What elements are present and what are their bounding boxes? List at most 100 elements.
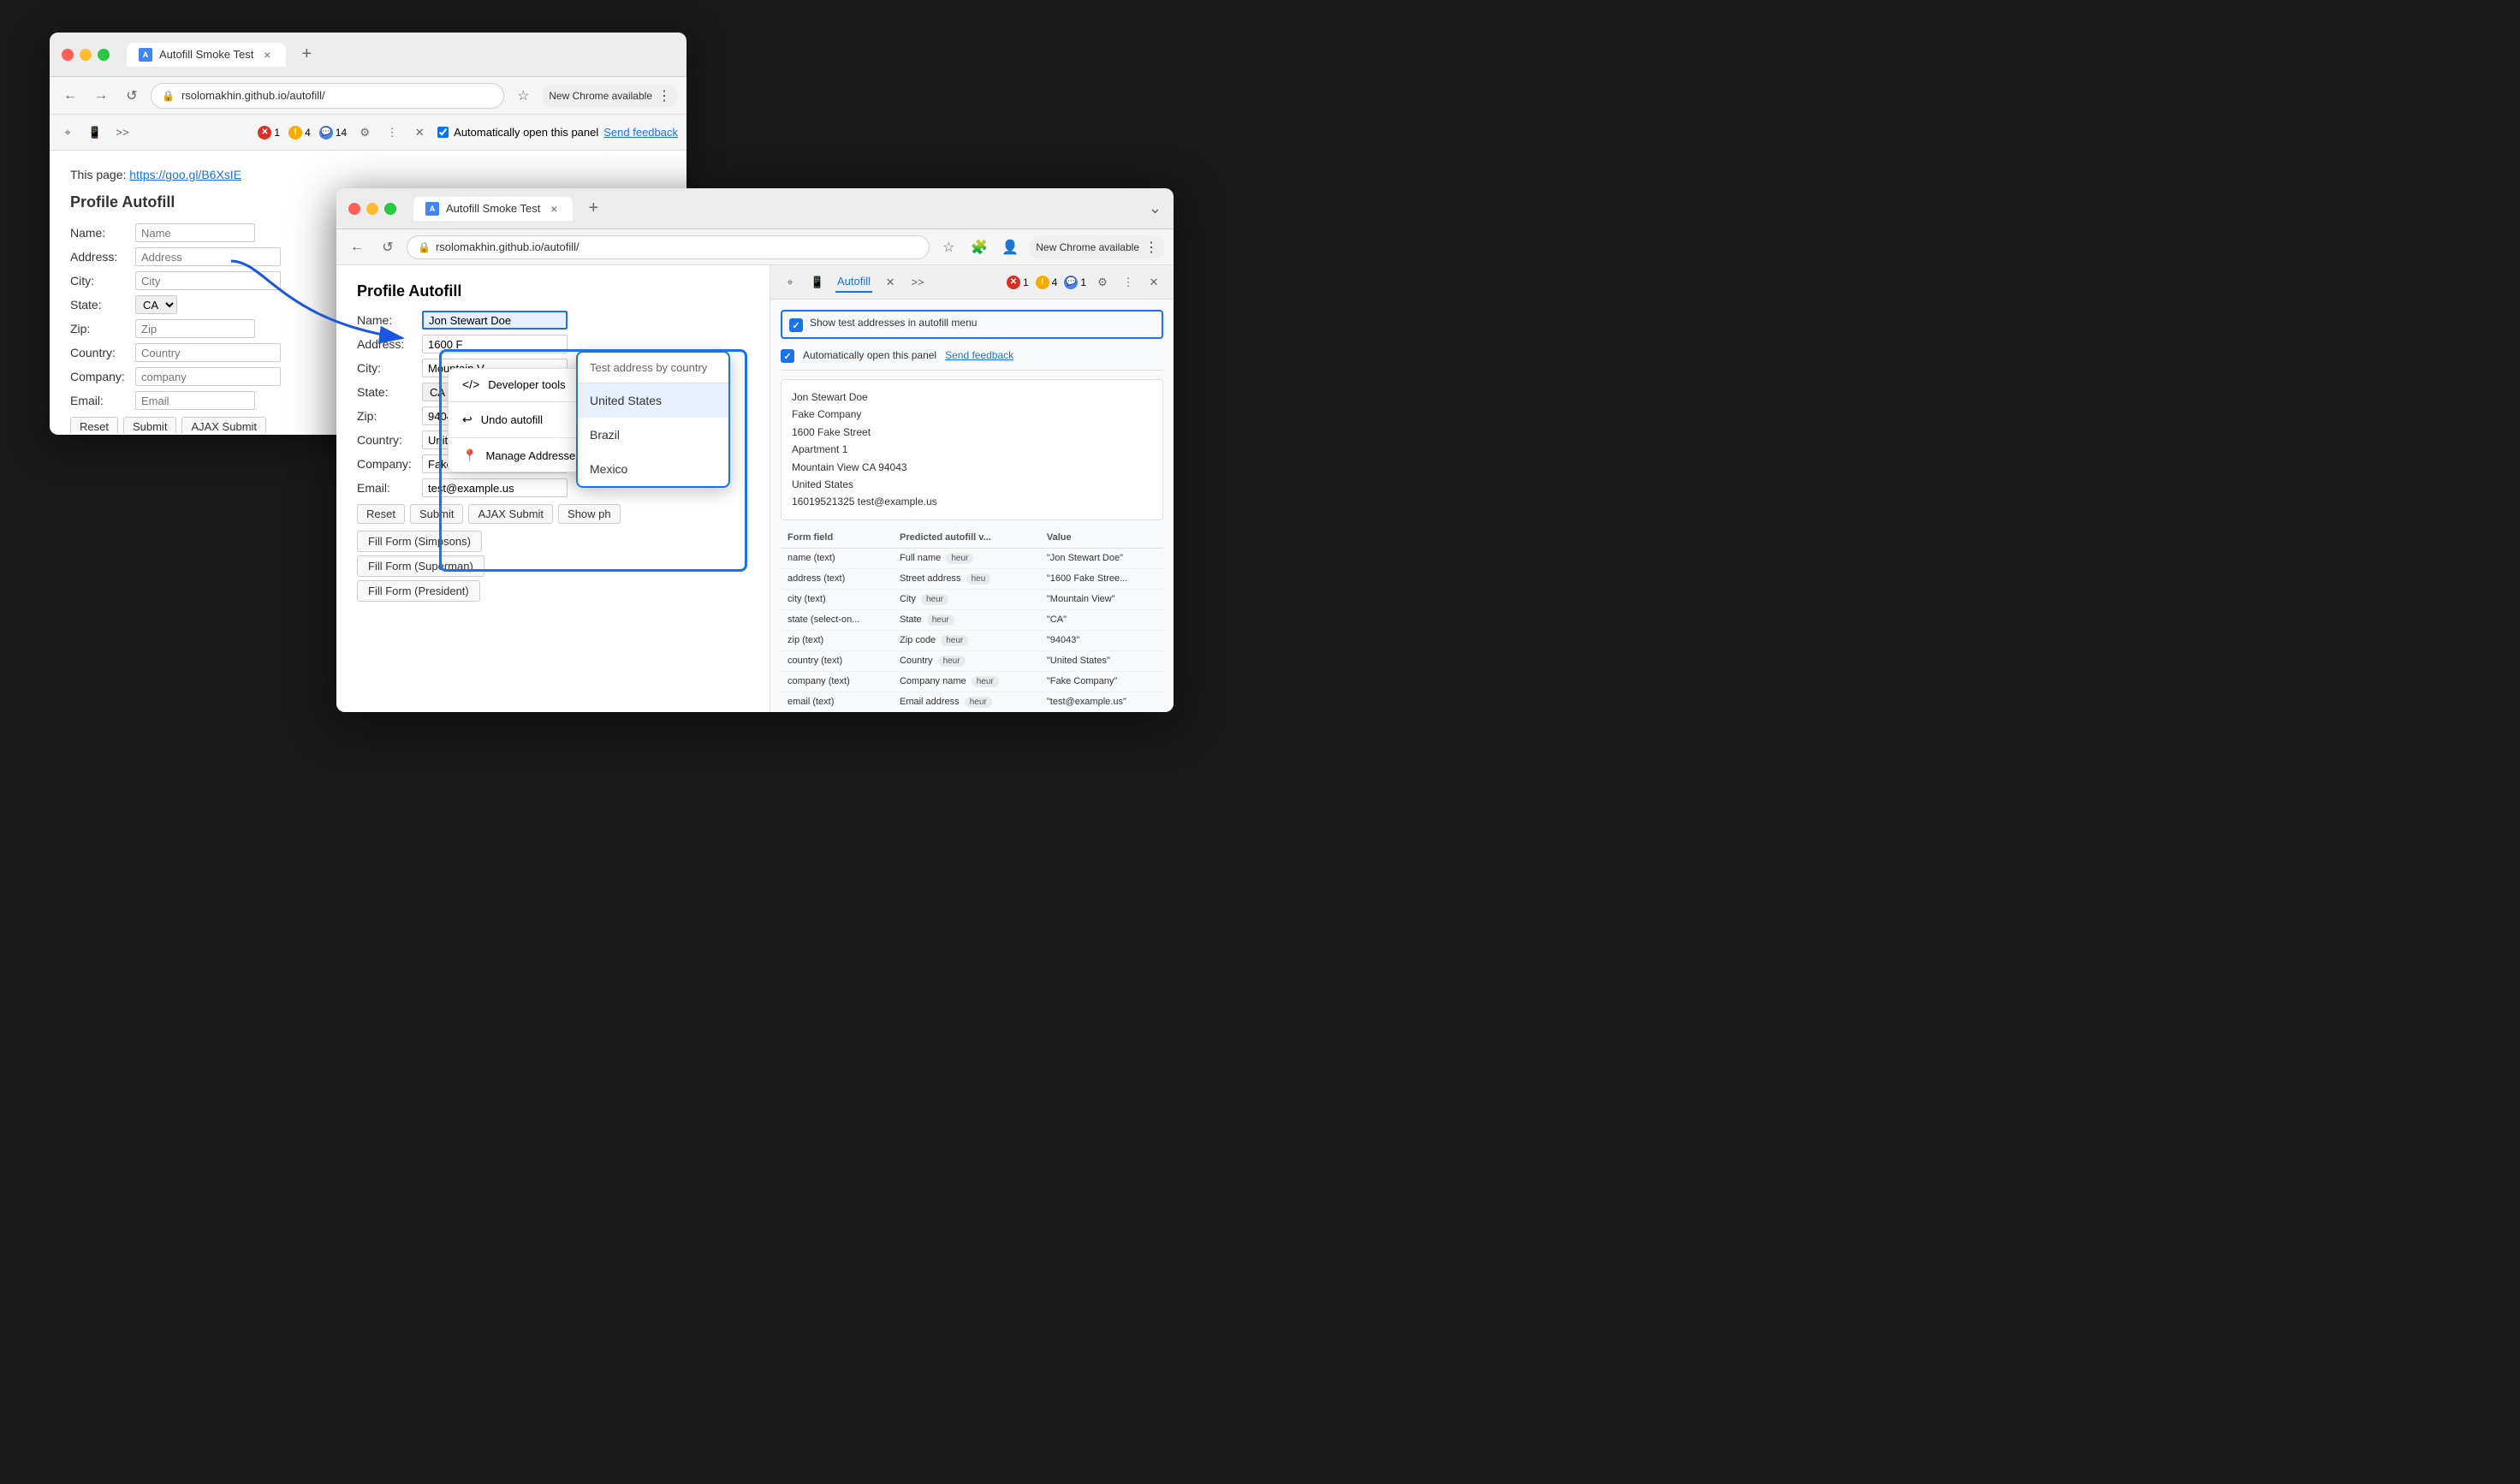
name-input-1[interactable] bbox=[135, 223, 255, 242]
more-tabs-icon[interactable]: >> bbox=[908, 273, 927, 292]
send-feedback-link-2[interactable]: Send feedback bbox=[945, 349, 1013, 361]
col-predicted: Predicted autofill v... bbox=[893, 527, 1040, 549]
show-phone-button-2[interactable]: Show ph bbox=[558, 504, 621, 524]
address-input-1[interactable] bbox=[135, 247, 281, 266]
settings-icon-2[interactable]: ⚙ bbox=[1093, 273, 1112, 292]
table-header-row: Form field Predicted autofill v... Value bbox=[781, 527, 1163, 549]
country-option-brazil[interactable]: Brazil bbox=[578, 418, 728, 452]
ajax-submit-button-2[interactable]: AJAX Submit bbox=[468, 504, 553, 524]
card-name: Jon Stewart Doe bbox=[792, 389, 1152, 406]
send-feedback-link-1[interactable]: Send feedback bbox=[603, 126, 678, 139]
minimize-button[interactable] bbox=[80, 49, 92, 61]
company-input-1[interactable] bbox=[135, 367, 281, 386]
country-option-us[interactable]: United States bbox=[578, 383, 728, 418]
refresh-button-1[interactable]: ↺ bbox=[120, 84, 144, 108]
state-select-1[interactable]: CA bbox=[135, 295, 177, 314]
warn-dot-2: ! bbox=[1036, 276, 1049, 289]
auto-open-checkbox-1[interactable] bbox=[437, 127, 449, 138]
address-input-2[interactable] bbox=[422, 335, 568, 353]
table-row: name (text) Full name heur "Jon Stewart … bbox=[781, 548, 1163, 568]
bookmark-button-1[interactable]: ☆ bbox=[511, 84, 535, 108]
ajax-submit-button-1[interactable]: AJAX Submit bbox=[181, 417, 266, 433]
undo-autofill-label: Undo autofill bbox=[481, 413, 543, 426]
address-bar-1[interactable]: 🔒 rsolomakhin.github.io/autofill/ bbox=[151, 83, 504, 109]
card-apt: Apartment 1 bbox=[792, 441, 1152, 458]
submit-button-2[interactable]: Submit bbox=[410, 504, 463, 524]
settings-icon-1[interactable]: ⚙ bbox=[355, 123, 374, 142]
city-input-1[interactable] bbox=[135, 271, 281, 290]
browser-tab-2[interactable]: A Autofill Smoke Test × bbox=[413, 197, 573, 221]
address-card: Jon Stewart Doe Fake Company 1600 Fake S… bbox=[781, 379, 1163, 520]
tab-favicon-2: A bbox=[425, 202, 439, 216]
new-tab-button-2[interactable]: + bbox=[581, 197, 605, 221]
field-cell: country (text) bbox=[781, 650, 893, 671]
country-input-1[interactable] bbox=[135, 343, 281, 362]
action-buttons-2: Reset Submit AJAX Submit Show ph bbox=[357, 504, 749, 524]
devtools-more-icon[interactable]: >> bbox=[113, 123, 132, 142]
address-bar-2[interactable]: 🔒 rsolomakhin.github.io/autofill/ bbox=[407, 235, 930, 259]
table-row: company (text) Company name heur "Fake C… bbox=[781, 671, 1163, 692]
table-row: city (text) City heur "Mountain View" bbox=[781, 589, 1163, 609]
show-test-addresses-checkbox-container: Show test addresses in autofill menu bbox=[781, 310, 1163, 339]
forward-button-1[interactable]: → bbox=[89, 84, 113, 108]
reset-button-1[interactable]: Reset bbox=[70, 417, 118, 433]
auto-open-checkbox-2[interactable] bbox=[781, 349, 794, 363]
reset-button-2[interactable]: Reset bbox=[357, 504, 405, 524]
url-text-1: rsolomakhin.github.io/autofill/ bbox=[181, 89, 325, 102]
msg-dot-1: 💬 bbox=[319, 126, 333, 139]
profile-button-2[interactable]: 👤 bbox=[998, 235, 1022, 259]
developer-tools-icon: </> bbox=[462, 377, 479, 391]
back-button-1[interactable]: ← bbox=[58, 84, 82, 108]
email-input-2[interactable] bbox=[422, 478, 568, 497]
devtools-device-icon[interactable]: 📱 bbox=[86, 123, 104, 142]
zip-input-1[interactable] bbox=[135, 319, 255, 338]
tab-close-2[interactable]: × bbox=[547, 202, 561, 216]
name-input-2[interactable] bbox=[422, 311, 568, 329]
browser-tab-1[interactable]: A Autofill Smoke Test × bbox=[127, 43, 286, 67]
location-icon: 📍 bbox=[462, 448, 477, 463]
refresh-button-2[interactable]: ↺ bbox=[376, 235, 400, 259]
error-dot-2: ✕ bbox=[1007, 276, 1020, 289]
chrome-available-badge-1[interactable]: New Chrome available ⋮ bbox=[542, 84, 678, 108]
tab-close-1[interactable]: × bbox=[260, 48, 274, 62]
autofill-tab[interactable]: Autofill bbox=[835, 271, 872, 293]
devtools-select-icon-2[interactable]: ⌖ bbox=[781, 273, 799, 292]
close-autofill-tab-icon[interactable]: ✕ bbox=[881, 273, 900, 292]
fill-simpsons-button-2[interactable]: Fill Form (Simpsons) bbox=[357, 531, 482, 552]
overflow-icon-2[interactable]: ⋮ bbox=[1119, 273, 1138, 292]
extensions-button-2[interactable]: 🧩 bbox=[967, 235, 991, 259]
fill-president-button-2[interactable]: Fill Form (President) bbox=[357, 580, 480, 602]
window-maximize-icon-2[interactable]: ⌄ bbox=[1149, 199, 1162, 217]
email-input-1[interactable] bbox=[135, 391, 255, 410]
chrome-available-badge-2[interactable]: New Chrome available ⋮ bbox=[1029, 235, 1165, 259]
close-devtools-icon-2[interactable]: ✕ bbox=[1144, 273, 1163, 292]
close-button-2[interactable] bbox=[348, 203, 360, 215]
submit-button-1[interactable]: Submit bbox=[123, 417, 176, 433]
fill-superman-button-2[interactable]: Fill Form (Superman) bbox=[357, 555, 484, 577]
show-test-addresses-checkbox[interactable] bbox=[789, 318, 803, 332]
new-tab-button-1[interactable]: + bbox=[294, 43, 318, 67]
bookmark-button-2[interactable]: ☆ bbox=[936, 235, 960, 259]
toolbar-2: ← ↺ 🔒 rsolomakhin.github.io/autofill/ ☆ … bbox=[336, 229, 1174, 265]
chrome-available-text-1: New Chrome available bbox=[549, 90, 652, 102]
country-dropdown: Test address by country United States Br… bbox=[576, 351, 730, 488]
field-cell: state (select-on... bbox=[781, 609, 893, 630]
back-button-2[interactable]: ← bbox=[345, 235, 369, 259]
undo-icon: ↩ bbox=[462, 413, 472, 427]
overflow-icon-1[interactable]: ⋮ bbox=[383, 123, 401, 142]
form-row-name-2: Name: bbox=[357, 311, 749, 329]
titlebar-2: A Autofill Smoke Test × + ⌄ bbox=[336, 188, 1174, 229]
devtools-select-icon[interactable]: ⌖ bbox=[58, 123, 77, 142]
close-devtools-icon-1[interactable]: ✕ bbox=[410, 123, 429, 142]
country-option-mexico[interactable]: Mexico bbox=[578, 452, 728, 486]
warn-badge-2: ! 4 bbox=[1036, 276, 1058, 289]
page-link[interactable]: https://goo.gl/B6XsIE bbox=[129, 168, 241, 181]
maximize-button[interactable] bbox=[98, 49, 110, 61]
card-country: United States bbox=[792, 476, 1152, 493]
minimize-button-2[interactable] bbox=[366, 203, 378, 215]
country-dropdown-title: Test address by country bbox=[578, 353, 728, 383]
value-cell: "CA" bbox=[1040, 609, 1163, 630]
devtools-device-icon-2[interactable]: 📱 bbox=[808, 273, 827, 292]
close-button[interactable] bbox=[62, 49, 74, 61]
maximize-button-2[interactable] bbox=[384, 203, 396, 215]
